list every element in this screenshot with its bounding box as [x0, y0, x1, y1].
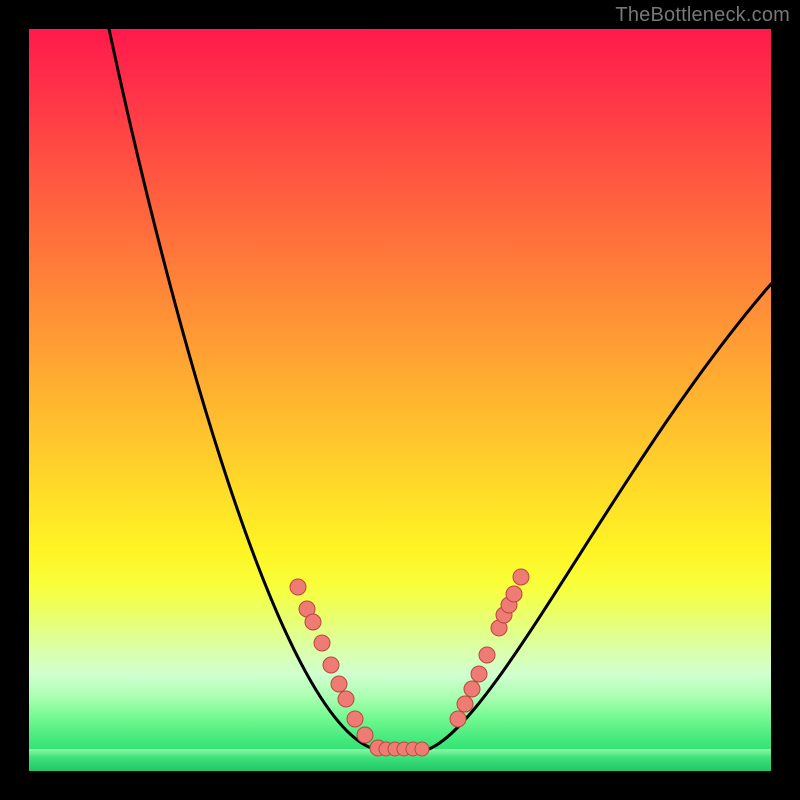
data-marker: [323, 657, 339, 673]
data-marker: [479, 647, 495, 663]
data-marker: [290, 579, 306, 595]
chart-svg: [29, 29, 771, 771]
data-marker: [338, 691, 354, 707]
data-marker: [513, 569, 529, 585]
data-marker: [464, 681, 480, 697]
data-marker: [506, 586, 522, 602]
data-marker: [471, 666, 487, 682]
data-marker: [314, 635, 330, 651]
data-marker: [457, 696, 473, 712]
data-marker: [415, 742, 429, 756]
watermark-text: TheBottleneck.com: [615, 4, 790, 27]
data-marker: [357, 727, 373, 743]
curve-path: [109, 29, 771, 749]
data-marker: [450, 711, 466, 727]
data-markers: [290, 569, 529, 756]
data-marker: [331, 676, 347, 692]
plot-area: [29, 29, 771, 771]
data-marker: [347, 711, 363, 727]
bottleneck-curve: [109, 29, 771, 749]
data-marker: [305, 614, 321, 630]
chart-frame: TheBottleneck.com: [0, 0, 800, 800]
